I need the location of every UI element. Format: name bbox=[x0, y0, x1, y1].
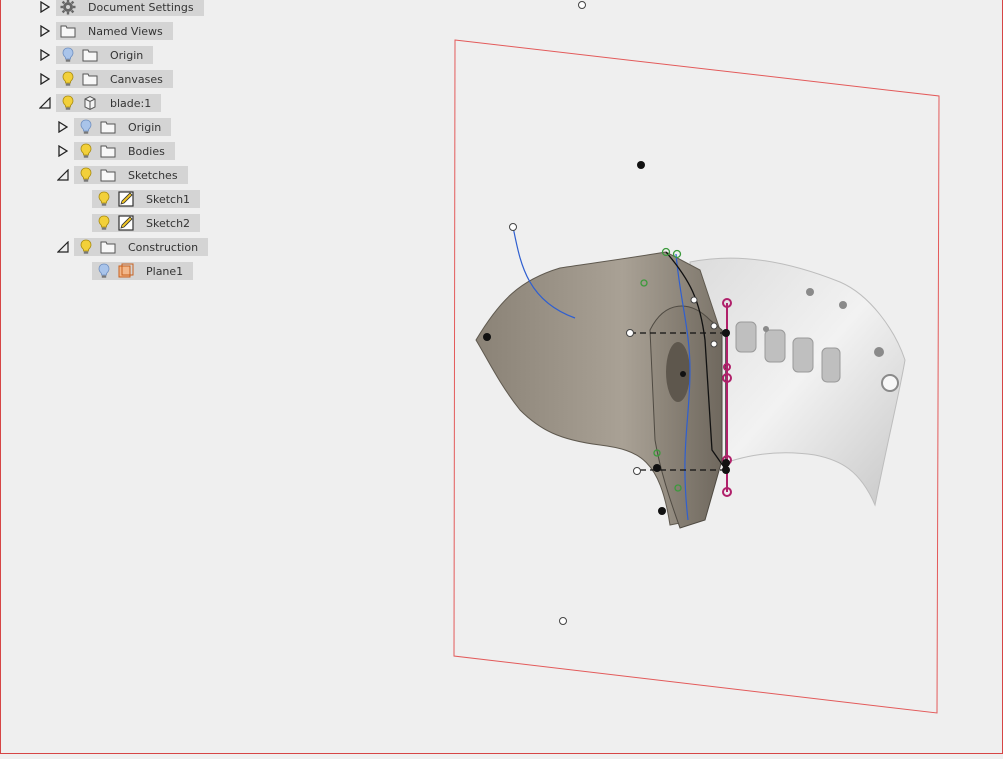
collapse-arrow-icon[interactable] bbox=[56, 238, 70, 256]
browser-item-canvases[interactable]: Canvases bbox=[38, 70, 173, 88]
browser-item-pill[interactable]: Named Views bbox=[56, 22, 173, 40]
visibility-bulb-off-icon[interactable] bbox=[96, 263, 112, 279]
browser-item-sketch1[interactable]: Sketch1 bbox=[74, 190, 201, 208]
visibility-bulb-on-icon[interactable] bbox=[78, 167, 94, 183]
visibility-bulb-off-icon[interactable] bbox=[60, 47, 76, 63]
browser-item-pill[interactable]: Origin bbox=[56, 46, 154, 64]
browser-item-label: Plane1 bbox=[146, 264, 184, 278]
folder-icon bbox=[100, 167, 116, 183]
plane-icon bbox=[118, 263, 134, 279]
browser-item-pill[interactable]: blade:1 bbox=[56, 94, 162, 112]
browser-item-label: blade:1 bbox=[110, 96, 152, 110]
browser-item-sketch2[interactable]: Sketch2 bbox=[74, 214, 201, 232]
expand-arrow-icon[interactable] bbox=[38, 0, 52, 16]
gear-icon bbox=[60, 0, 76, 15]
collapse-arrow-icon[interactable] bbox=[56, 166, 70, 184]
visibility-bulb-on-icon[interactable] bbox=[78, 239, 94, 255]
browser-item-origin[interactable]: Origin bbox=[56, 118, 172, 136]
visibility-bulb-on-icon[interactable] bbox=[96, 191, 112, 207]
browser-item-label: Named Views bbox=[88, 24, 163, 38]
sketch-icon bbox=[118, 191, 134, 207]
browser-item-pill[interactable]: Bodies bbox=[74, 142, 175, 160]
browser-item-label: Origin bbox=[110, 48, 144, 62]
browser-item-pill[interactable]: Construction bbox=[74, 238, 209, 256]
browser-item-pill[interactable]: Sketch2 bbox=[92, 214, 201, 232]
browser-item-label: Canvases bbox=[110, 72, 163, 86]
browser-item-pill[interactable]: Origin bbox=[74, 118, 172, 136]
folder-icon bbox=[82, 71, 98, 87]
browser-item-label: Sketch2 bbox=[146, 216, 191, 230]
component-icon bbox=[82, 95, 98, 111]
folder-icon bbox=[100, 143, 116, 159]
expand-arrow-icon[interactable] bbox=[56, 142, 70, 160]
visibility-bulb-on-icon[interactable] bbox=[78, 143, 94, 159]
sketch-icon bbox=[118, 215, 134, 231]
visibility-bulb-on-icon[interactable] bbox=[96, 215, 112, 231]
browser-tree: Document Settings Named Views Origin Canvas… bbox=[0, 0, 230, 290]
folder-icon bbox=[82, 47, 98, 63]
expand-arrow-icon[interactable] bbox=[38, 22, 52, 40]
collapse-arrow-icon[interactable] bbox=[38, 94, 52, 112]
browser-item-named-views[interactable]: Named Views bbox=[38, 22, 173, 40]
folder-icon bbox=[100, 119, 116, 135]
browser-item-pill[interactable]: Plane1 bbox=[92, 262, 194, 280]
browser-item-blade-1[interactable]: blade:1 bbox=[38, 94, 162, 112]
visibility-bulb-on-icon[interactable] bbox=[60, 95, 76, 111]
browser-item-label: Origin bbox=[128, 120, 162, 134]
expand-arrow-icon[interactable] bbox=[56, 118, 70, 136]
browser-item-construction[interactable]: Construction bbox=[56, 238, 209, 256]
visibility-bulb-off-icon[interactable] bbox=[78, 119, 94, 135]
browser-item-sketches[interactable]: Sketches bbox=[56, 166, 188, 184]
folder-icon bbox=[100, 239, 116, 255]
folder-icon bbox=[60, 23, 76, 39]
browser-item-pill[interactable]: Sketches bbox=[74, 166, 188, 184]
browser-item-label: Bodies bbox=[128, 144, 165, 158]
guard-hole bbox=[666, 342, 690, 402]
browser-item-label: Construction bbox=[128, 240, 199, 254]
browser-item-plane1[interactable]: Plane1 bbox=[74, 262, 194, 280]
browser-item-label: Document Settings bbox=[88, 0, 194, 14]
browser-item-label: Sketch1 bbox=[146, 192, 191, 206]
expand-arrow-icon[interactable] bbox=[38, 70, 52, 88]
browser-item-label: Sketches bbox=[128, 168, 178, 182]
browser-item-document-settings[interactable]: Document Settings bbox=[38, 0, 204, 16]
browser-item-pill[interactable]: Document Settings bbox=[56, 0, 204, 16]
browser-item-bodies[interactable]: Bodies bbox=[56, 142, 175, 160]
browser-item-pill[interactable]: Canvases bbox=[56, 70, 173, 88]
browser-item-pill[interactable]: Sketch1 bbox=[92, 190, 201, 208]
browser-item-origin[interactable]: Origin bbox=[38, 46, 154, 64]
visibility-bulb-on-icon[interactable] bbox=[60, 71, 76, 87]
expand-arrow-icon[interactable] bbox=[38, 46, 52, 64]
